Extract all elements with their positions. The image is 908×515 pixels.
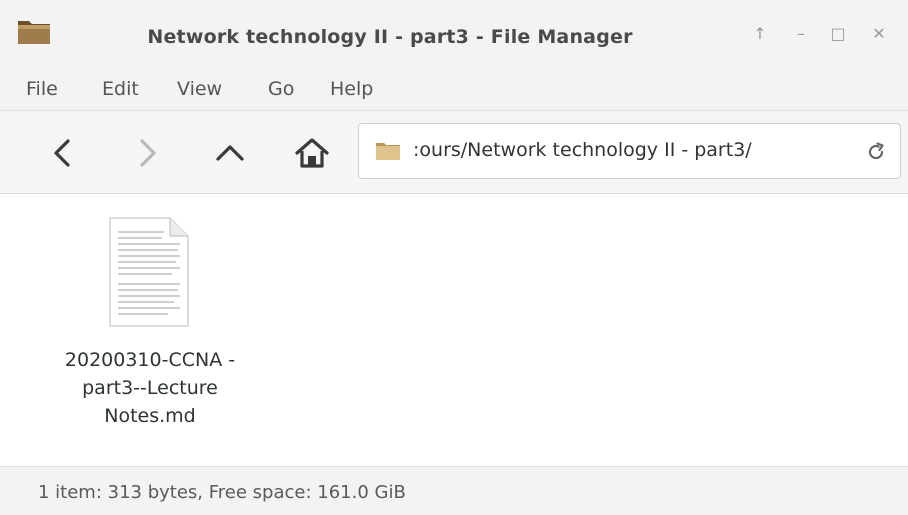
title-bar[interactable]: Network technology II - part3 - File Man… [0,0,908,68]
toolbar: :ours/Network technology II - part3/ [0,111,908,194]
file-name-line: 20200310-CCNA - [64,349,236,371]
forward-button[interactable] [124,131,168,175]
forward-icon [140,139,156,167]
keep-above-button[interactable]: ↑ [748,22,772,46]
file-view[interactable]: 20200310-CCNA - part3--Lecture Notes.md [0,194,908,466]
menu-help[interactable]: Help [330,78,373,100]
file-manager-window: Network technology II - part3 - File Man… [0,0,908,515]
file-item[interactable]: 20200310-CCNA - part3--Lecture Notes.md [30,216,270,446]
reload-icon[interactable] [864,140,888,164]
menu-file[interactable]: File [26,78,58,100]
menu-edit[interactable]: Edit [102,78,139,100]
menu-bar: File Edit View Go Help [0,68,908,111]
maximize-button[interactable]: □ [826,22,850,46]
window-title: Network technology II - part3 - File Man… [147,26,633,48]
menu-go[interactable]: Go [268,78,294,100]
menu-view[interactable]: View [177,78,222,100]
up-icon [216,145,244,161]
back-icon [54,139,70,167]
file-name[interactable]: 20200310-CCNA - part3--Lecture Notes.md [30,346,270,430]
home-icon [295,138,329,168]
up-button[interactable] [208,131,252,175]
minimize-button[interactable]: – [789,22,813,46]
status-text: 1 item: 313 bytes, Free space: 161.0 GiB [38,482,406,503]
location-path[interactable]: :ours/Network technology II - part3/ [413,139,853,161]
location-bar[interactable]: :ours/Network technology II - part3/ [358,123,901,179]
file-name-line: Notes.md [104,405,196,427]
close-button[interactable]: ✕ [867,22,891,46]
folder-icon [376,143,400,160]
file-name-line: part3--Lecture [82,377,218,399]
text-file-icon [109,217,189,327]
back-button[interactable] [42,131,86,175]
home-button[interactable] [290,131,334,175]
status-bar: 1 item: 313 bytes, Free space: 161.0 GiB [0,466,908,515]
